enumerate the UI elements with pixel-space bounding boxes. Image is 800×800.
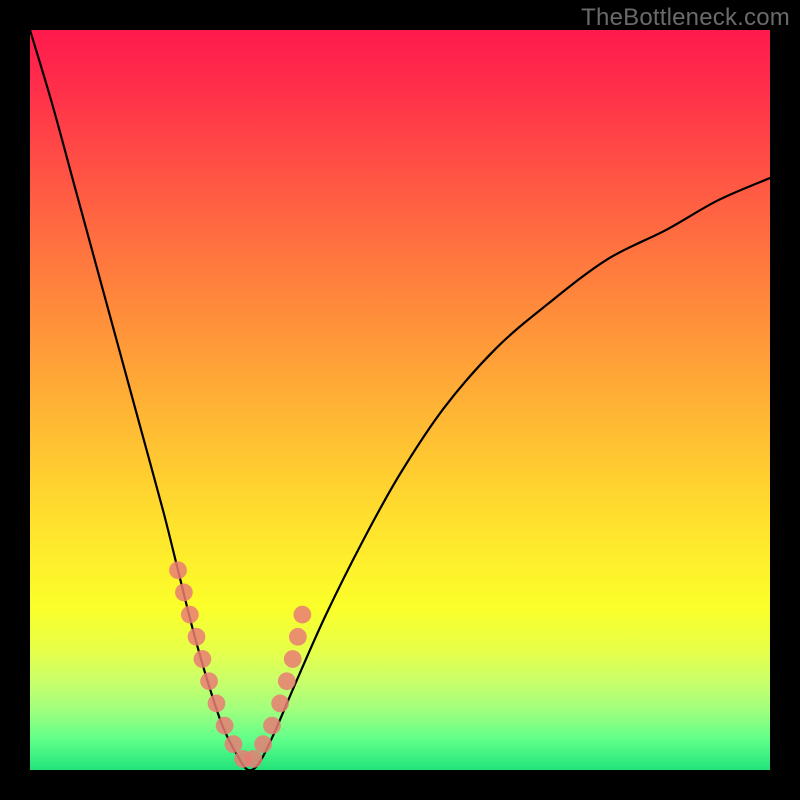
marker-point (245, 750, 263, 768)
marker-point (169, 561, 187, 579)
marker-point (278, 672, 296, 690)
marker-point (289, 628, 307, 646)
marker-point (181, 606, 199, 624)
bottleneck-curve (30, 30, 770, 770)
marker-point (194, 650, 212, 668)
marker-point (188, 628, 206, 646)
marker-point (284, 650, 302, 668)
marker-point (225, 735, 243, 753)
watermark-text: TheBottleneck.com (581, 4, 790, 32)
marker-point (254, 735, 272, 753)
chart-plot-area (30, 30, 770, 770)
marker-group (169, 561, 311, 767)
marker-point (216, 717, 234, 735)
marker-point (200, 672, 218, 690)
marker-point (175, 584, 193, 602)
marker-point (208, 695, 226, 713)
marker-point (263, 717, 281, 735)
chart-svg (30, 30, 770, 770)
marker-point (293, 606, 311, 624)
marker-point (271, 695, 289, 713)
